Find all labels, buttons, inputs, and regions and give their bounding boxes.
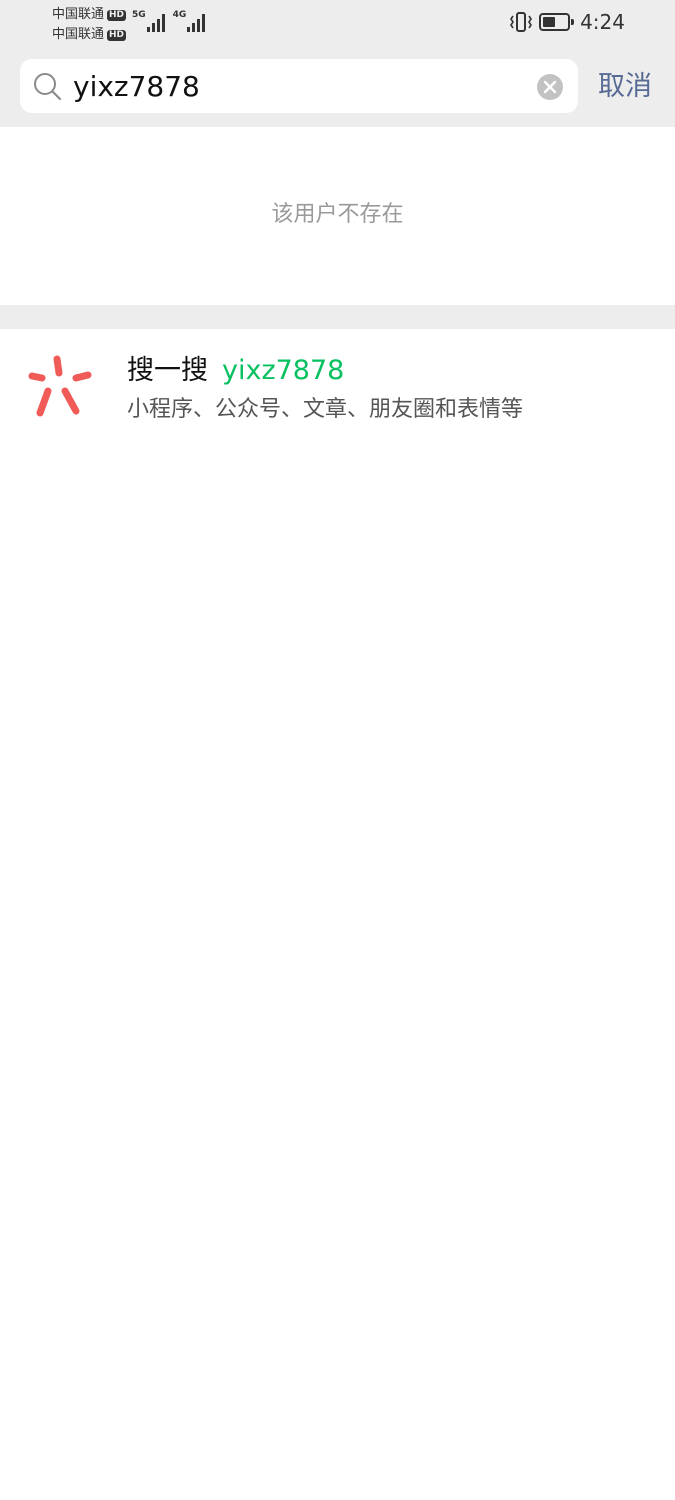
signal-bars-icon bbox=[146, 12, 165, 32]
net-type-5g: 5G bbox=[132, 10, 146, 20]
net-type-4g: 4G bbox=[172, 10, 187, 20]
carrier-name-1: 中国联通 bbox=[52, 7, 105, 22]
battery-icon bbox=[539, 13, 575, 31]
status-right: 4:24 bbox=[509, 10, 625, 34]
carrier-info: 中国联通 HD 中国联通 HD bbox=[52, 5, 132, 45]
vibrate-icon bbox=[510, 12, 533, 32]
section-divider bbox=[0, 305, 675, 329]
not-found-section: 该用户不存在 bbox=[0, 127, 675, 305]
status-bar: 中国联通 HD 中国联通 HD 5G 4G 4:24 bbox=[0, 0, 675, 48]
sou-yi-sou-description: 小程序、公众号、文章、朋友圈和表情等 bbox=[127, 397, 524, 422]
hd-badge-1: HD bbox=[107, 9, 127, 21]
search-box[interactable] bbox=[20, 59, 578, 113]
search-icon bbox=[34, 73, 62, 101]
sou-yi-sou-title: 搜一搜 bbox=[127, 355, 208, 386]
carrier-row-2: 中国联通 HD bbox=[52, 25, 132, 45]
clear-icon[interactable] bbox=[536, 73, 564, 101]
signal-4g: 4G bbox=[173, 10, 206, 32]
search-input[interactable] bbox=[73, 59, 523, 113]
battery-tip bbox=[571, 19, 575, 25]
signal-5g: 5G bbox=[132, 10, 165, 32]
signal-indicators: 5G 4G bbox=[132, 10, 206, 32]
sou-yi-sou-title-line: 搜一搜 yixz7878 bbox=[127, 351, 344, 391]
battery-fill bbox=[543, 17, 555, 27]
user-not-found-text: 该用户不存在 bbox=[271, 202, 404, 227]
status-time: 4:24 bbox=[580, 10, 625, 34]
signal-bars-icon bbox=[187, 12, 206, 32]
cancel-button[interactable]: 取消 bbox=[598, 66, 652, 108]
sou-yi-sou-keyword: yixz7878 bbox=[222, 355, 345, 386]
top-header: 中国联通 HD 中国联通 HD 5G 4G 4:24 yixz7878 取消 bbox=[0, 0, 675, 127]
carrier-row-1: 中国联通 HD bbox=[52, 5, 132, 25]
carrier-name-2: 中国联通 bbox=[52, 27, 105, 42]
hd-badge-2: HD bbox=[107, 29, 127, 41]
sou-yi-sou-logo-icon bbox=[28, 355, 92, 417]
sou-yi-sou-item[interactable]: 搜一搜 yixz7878 小程序、公众号、文章、朋友圈和表情等 bbox=[0, 329, 675, 441]
